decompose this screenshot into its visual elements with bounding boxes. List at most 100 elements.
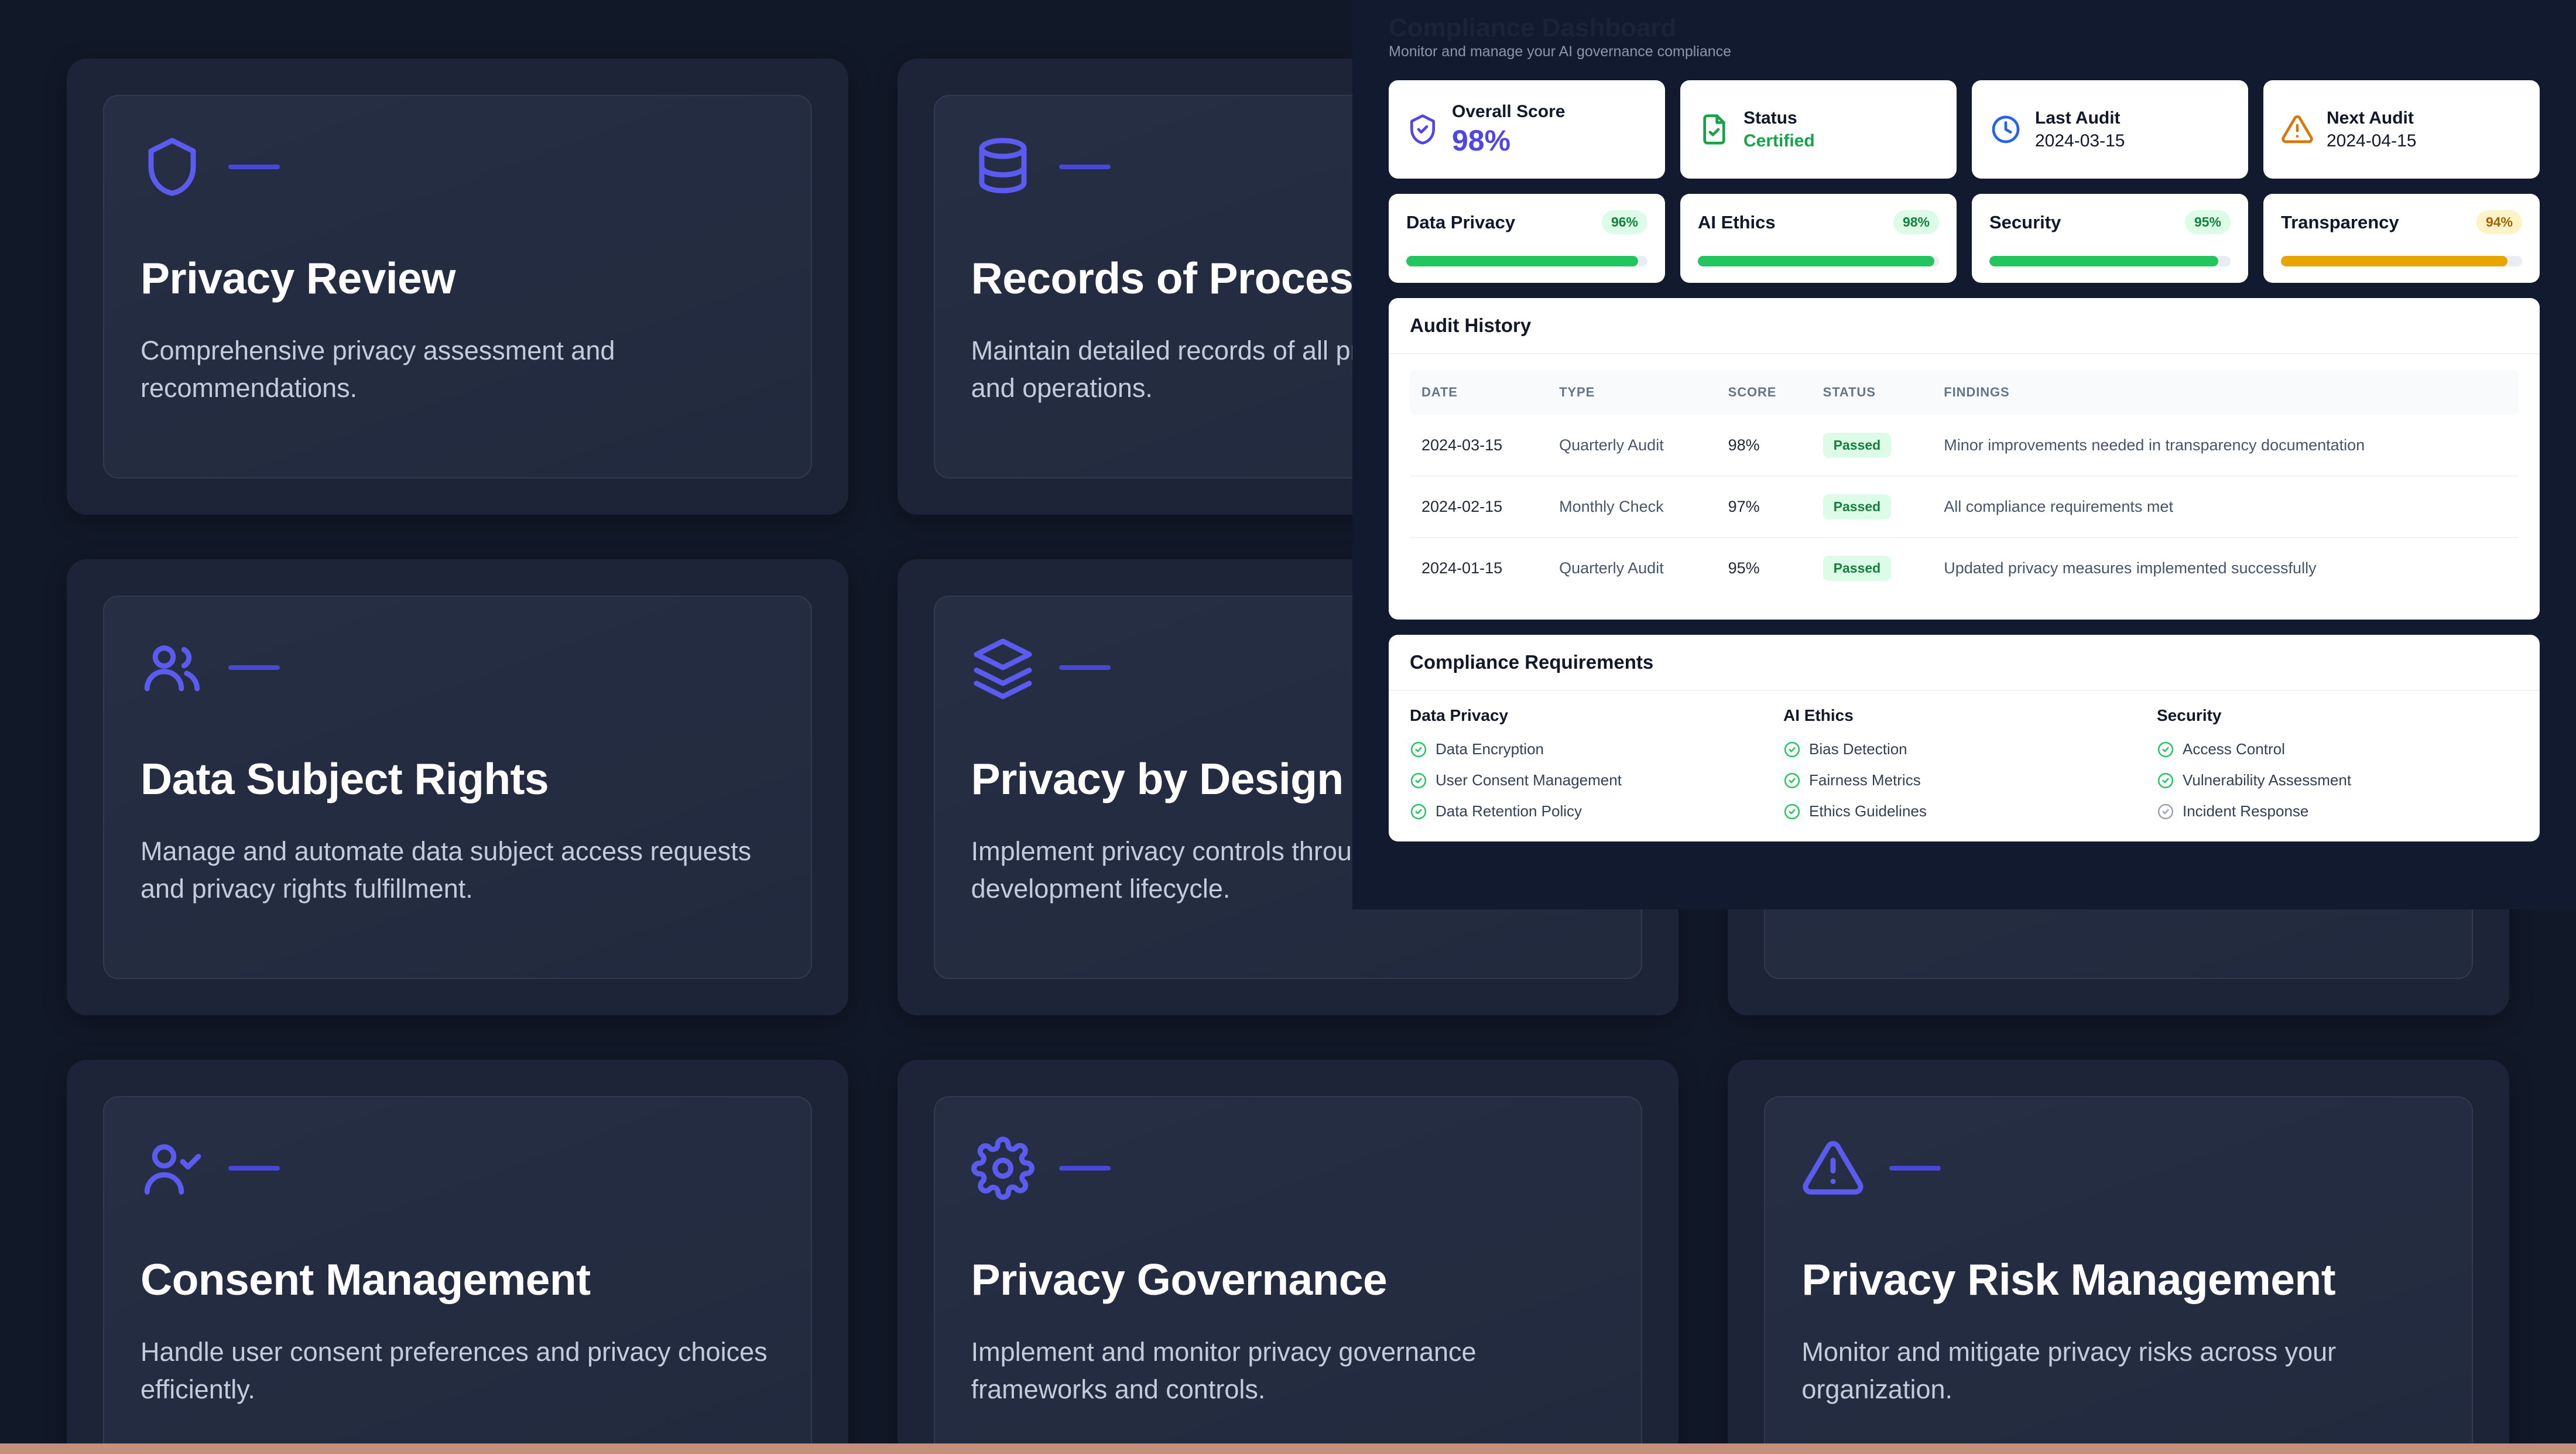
status-badge: Passed	[1823, 494, 1892, 519]
feature-card[interactable]: Privacy Review Comprehensive privacy asse…	[67, 59, 848, 515]
requirement-label: Access Control	[2183, 740, 2285, 758]
summary-card-text: Overall Score 98%	[1452, 102, 1565, 157]
feature-card-title: Consent Management	[141, 1255, 591, 1304]
audit-column-header: SCORE	[1716, 370, 1811, 415]
requirement-item[interactable]: Vulnerability Assessment	[2157, 771, 2519, 789]
table-row[interactable]: 2024-03-15 Quarterly Audit 98% Passed Minor …	[1410, 415, 2519, 477]
metric-progress-track	[1698, 256, 1939, 266]
metric-card-header: AI Ethics 98%	[1698, 210, 1939, 234]
metric-card-header: Transparency 94%	[2281, 210, 2522, 234]
feature-card[interactable]: Privacy Risk Management Monitor and mitig…	[1728, 1060, 2509, 1454]
feature-card-inner: Consent Management Handle user consent pr…	[103, 1096, 812, 1454]
audit-date: 2024-01-15	[1421, 559, 1503, 577]
feature-card[interactable]: Privacy Governance Implement and monitor …	[897, 1060, 1679, 1454]
metric-card-row: Data Privacy 96% AI Ethics 98% Security 95% Tr…	[1389, 194, 2540, 283]
audit-history-panel: Audit History DATE TYPE SCORE STATUS FINDING…	[1389, 298, 2540, 620]
check-circle-icon	[1783, 741, 1801, 758]
requirement-item[interactable]: Access Control	[2157, 740, 2519, 758]
metric-card-badge: 94%	[2476, 210, 2522, 234]
feature-card-rule	[228, 165, 280, 169]
summary-card[interactable]: Overall Score 98%	[1389, 80, 1665, 179]
metric-progress-fill	[1698, 256, 1934, 266]
summary-card-text: Last Audit 2024-03-15	[2035, 108, 2125, 150]
feature-card[interactable]: Data Subject Rights Manage and automate d…	[67, 559, 848, 1015]
feature-card-inner: Privacy Governance Implement and monitor …	[933, 1096, 1643, 1454]
feature-card-rule	[1059, 1166, 1111, 1171]
compliance-requirements-title: Compliance Requirements	[1389, 635, 2540, 691]
database-icon	[971, 135, 1034, 199]
requirement-item[interactable]: User Consent Management	[1410, 771, 1772, 789]
user-check-icon	[141, 1137, 204, 1200]
metric-card[interactable]: Transparency 94%	[2263, 194, 2540, 283]
metric-card[interactable]: AI Ethics 98%	[1680, 194, 1957, 283]
summary-card[interactable]: Next Audit 2024-04-15	[2263, 80, 2540, 179]
bottom-accent-strip	[0, 1443, 2576, 1454]
metric-progress-fill	[1406, 256, 1638, 266]
status-badge: Passed	[1823, 556, 1892, 581]
metric-card[interactable]: Data Privacy 96%	[1389, 194, 1665, 283]
document-check-icon	[1698, 113, 1731, 146]
feature-card-header	[141, 633, 775, 702]
summary-card-value: 98%	[1452, 124, 1511, 157]
dashboard-title: Compliance Dashboard	[1389, 15, 1677, 41]
check-circle-icon	[1783, 803, 1801, 820]
requirement-label: User Consent Management	[1436, 771, 1622, 789]
metric-progress-track	[1989, 256, 2231, 266]
requirement-item[interactable]: Data Retention Policy	[1410, 802, 1772, 820]
feature-card-description: Handle user consent preferences and priv…	[141, 1336, 768, 1404]
check-circle-icon	[1410, 741, 1427, 758]
summary-card-label: Overall Score	[1452, 102, 1566, 121]
feature-card[interactable]: Consent Management Handle user consent pr…	[67, 1060, 848, 1454]
shield-check-icon	[1406, 113, 1439, 146]
requirement-item[interactable]: Bias Detection	[1783, 740, 2145, 758]
requirement-label: Fairness Metrics	[1809, 771, 1921, 789]
check-circle-icon	[1410, 772, 1427, 789]
metric-card-name: Security	[1989, 211, 2061, 232]
check-circle-icon	[1783, 772, 1801, 789]
alert-triangle-icon	[2281, 113, 2314, 146]
metric-progress-fill	[2281, 256, 2508, 266]
feature-card-inner: Privacy Risk Management Monitor and mitig…	[1764, 1096, 2473, 1454]
compliance-requirements-panel: Compliance Requirements Data Privacy Data…	[1389, 635, 2540, 841]
feature-card-rule	[228, 1166, 280, 1171]
layers-icon	[971, 636, 1034, 699]
check-circle-icon	[1410, 803, 1427, 820]
feature-card-rule	[1059, 165, 1111, 169]
requirement-label: Vulnerability Assessment	[2183, 771, 2352, 789]
metric-card-name: AI Ethics	[1698, 211, 1776, 232]
summary-card[interactable]: Last Audit 2024-03-15	[1972, 80, 2248, 179]
summary-card[interactable]: Status Certified	[1680, 80, 1957, 179]
requirement-group: AI Ethics Bias Detection Fairness Metrics E…	[1783, 706, 2145, 820]
feature-card-description: Monitor and mitigate privacy risks acros…	[1801, 1336, 2337, 1404]
audit-history-title: Audit History	[1389, 298, 2540, 354]
check-circle-icon	[2157, 803, 2174, 820]
audit-date: 2024-03-15	[1410, 415, 1548, 477]
audit-column-header: TYPE	[1547, 370, 1717, 415]
requirement-item[interactable]: Ethics Guidelines	[1783, 802, 2145, 820]
audit-column-header: STATUS	[1811, 370, 1933, 415]
feature-card-header	[971, 1134, 1605, 1203]
requirement-label: Incident Response	[2183, 802, 2309, 820]
requirement-group-heading: Data Privacy	[1410, 706, 1509, 724]
requirement-item[interactable]: Data Encryption	[1410, 740, 1772, 758]
feature-card-rule	[1889, 1166, 1941, 1171]
audit-score: 97%	[1716, 476, 1811, 538]
summary-card-label: Next Audit	[2327, 108, 2414, 128]
requirement-item[interactable]: Fairness Metrics	[1783, 771, 2145, 789]
check-circle-icon	[2157, 772, 2174, 789]
audit-status-cell: Passed	[1811, 476, 1933, 538]
feature-card-description: Implement and monitor privacy governance…	[971, 1336, 1477, 1404]
feature-card-description: Comprehensive privacy assessment and rec…	[141, 335, 615, 403]
feature-card-description: Manage and automate data subject access …	[141, 836, 752, 904]
metric-progress-fill	[1989, 256, 2219, 266]
requirement-item[interactable]: Incident Response	[2157, 802, 2519, 820]
feature-card-title: Privacy Review	[141, 254, 455, 303]
metric-card-badge: 95%	[2184, 210, 2231, 234]
metric-card-badge: 98%	[1893, 210, 1939, 234]
table-row[interactable]: 2024-01-15 Quarterly Audit 95% Passed Update…	[1410, 538, 2519, 598]
metric-card[interactable]: Security 95%	[1972, 194, 2248, 283]
metric-card-header: Data Privacy 96%	[1406, 210, 1647, 234]
feature-card-inner: Data Subject Rights Manage and automate d…	[103, 596, 812, 979]
table-row[interactable]: 2024-02-15 Monthly Check 97% Passed All comp…	[1410, 476, 2519, 538]
audit-history-table: DATE TYPE SCORE STATUS FINDINGS 2024-03-15 Qu…	[1410, 370, 2519, 598]
